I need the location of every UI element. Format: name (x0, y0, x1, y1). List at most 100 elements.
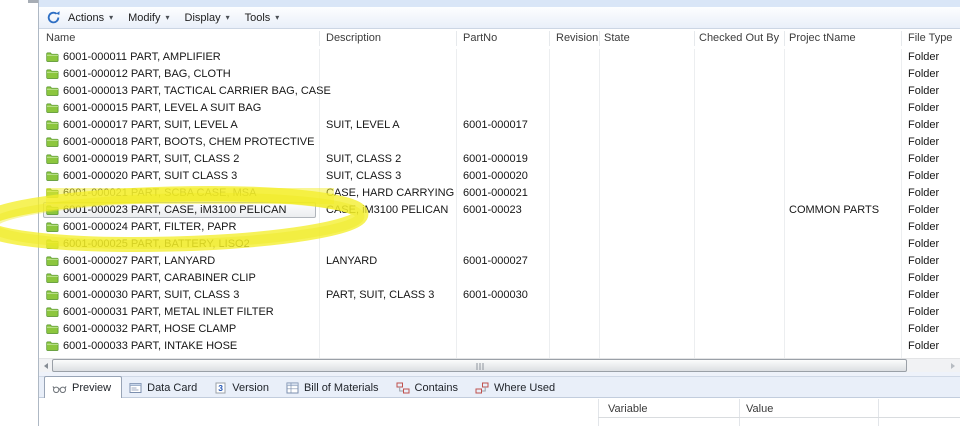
table-row[interactable]: 6001-000031 PART, METAL INLET FILTER Fol… (39, 304, 960, 321)
toolbar: Actions ▾ Modify ▾ Display ▾ Tools ▾ (39, 7, 960, 29)
cell-description: CASE, HARD CARRYING (326, 187, 455, 199)
tab-version[interactable]: 3 Version (207, 378, 279, 398)
table-row[interactable]: 6001-000018 PART, BOOTS, CHEM PROTECTIVE… (39, 134, 960, 151)
cell-description: SUIT, LEVEL A (326, 119, 400, 131)
column-divider[interactable] (694, 31, 695, 46)
table-row[interactable]: 6001-000019 PART, SUIT, CLASS 2 SUIT, CL… (39, 151, 960, 168)
column-header-name[interactable]: Name (46, 32, 75, 44)
column-header-project-name[interactable]: Projec tName (789, 32, 856, 44)
pdm-file-browser: Actions ▾ Modify ▾ Display ▾ Tools ▾ Nam… (0, 0, 960, 426)
horizontal-scrollbar[interactable] (39, 358, 960, 372)
table-row[interactable]: 6001-000021 PART, SCBA CASE, MSA CASE, H… (39, 185, 960, 202)
table-row[interactable]: 6001-000033 PART, INTAKE HOSE Folder (39, 338, 960, 355)
cell-name: 6001-000021 PART, SCBA CASE, MSA (63, 187, 257, 199)
table-row[interactable]: 6001-000011 PART, AMPLIFIER Folder (39, 49, 960, 66)
cell-description: PART, SUIT, CLASS 3 (326, 289, 435, 301)
table-row[interactable]: 6001-000025 PART, BATTERY, LISO2 Folder (39, 236, 960, 253)
table-row[interactable]: 6001-000020 PART, SUIT CLASS 3 SUIT, CLA… (39, 168, 960, 185)
column-header-revision[interactable]: Revision (556, 32, 598, 44)
column-divider[interactable] (456, 31, 457, 46)
chevron-down-icon: ▾ (275, 12, 280, 22)
cell-file-type: Folder (908, 102, 940, 114)
tab-label: Preview (72, 381, 112, 394)
table-row[interactable]: 6001-000027 PART, LANYARD LANYARD 6001-0… (39, 253, 960, 270)
menu-display[interactable]: Display ▾ (185, 12, 230, 24)
folder-icon (46, 120, 59, 130)
cell-file-type: Folder (908, 119, 940, 131)
cell-name: 6001-000013 PART, TACTICAL CARRIER BAG, … (63, 85, 331, 97)
folder-icon (46, 256, 59, 266)
vault-panel: Actions ▾ Modify ▾ Display ▾ Tools ▾ Nam… (38, 0, 960, 426)
cell-partno: 6001-000021 (463, 187, 528, 199)
tab-data-card[interactable]: Data Card (122, 378, 207, 398)
cell-partno: 6001-000030 (463, 289, 528, 301)
column-divider[interactable] (784, 31, 785, 46)
folder-icon (46, 154, 59, 164)
menu-label: Modify (128, 11, 161, 24)
cell-name: 6001-000023 PART, CASE, iM3100 PELICAN (63, 204, 287, 216)
scrollbar-thumb[interactable] (52, 359, 907, 372)
cell-file-type: Folder (908, 255, 940, 267)
scroll-left-button[interactable] (39, 360, 52, 372)
column-header-state[interactable]: State (604, 32, 630, 44)
cell-description: CASE, iM3100 PELICAN (326, 204, 449, 216)
preview-glasses-icon (52, 385, 67, 393)
column-divider[interactable] (739, 399, 740, 426)
cell-name: 6001-000020 PART, SUIT CLASS 3 (63, 170, 238, 182)
table-row[interactable]: 6001-000029 PART, CARABINER CLIP Folder (39, 270, 960, 287)
folder-icon (46, 188, 59, 198)
tab-preview[interactable]: Preview (44, 376, 123, 398)
folder-icon (46, 222, 59, 232)
tab-contains[interactable]: Contains (389, 378, 468, 398)
cell-project-name: COMMON PARTS (789, 204, 880, 216)
column-header-checked-out-by[interactable]: Checked Out By (699, 32, 779, 44)
menu-tools[interactable]: Tools ▾ (245, 12, 280, 24)
folder-icon (46, 103, 59, 113)
scroll-right-button[interactable] (946, 360, 959, 372)
table-row[interactable]: 6001-000024 PART, FILTER, PAPR Folder (39, 219, 960, 236)
tab-bill-of-materials[interactable]: Bill of Materials (279, 378, 389, 398)
cell-file-type: Folder (908, 187, 940, 199)
pane-splitter[interactable] (598, 399, 599, 426)
cell-name: 6001-000017 PART, SUIT, LEVEL A (63, 119, 238, 131)
menu-actions[interactable]: Actions ▾ (68, 12, 113, 24)
cell-name: 6001-000012 PART, BAG, CLOTH (63, 68, 231, 80)
cell-name: 6001-000032 PART, HOSE CLAMP (63, 323, 237, 335)
column-divider[interactable] (599, 31, 600, 46)
column-header-file-type[interactable]: File Type (908, 32, 952, 44)
table-row[interactable]: 6001-000012 PART, BAG, CLOTH Folder (39, 66, 960, 83)
refresh-icon[interactable] (46, 10, 61, 25)
folder-icon (46, 341, 59, 351)
top-strip (39, 0, 960, 7)
where-used-icon (475, 382, 489, 394)
column-divider[interactable] (319, 31, 320, 46)
column-header-partno[interactable]: PartNo (463, 32, 497, 44)
value-column-header[interactable]: Value (746, 403, 773, 415)
menu-modify[interactable]: Modify ▾ (128, 12, 169, 24)
variable-column-header[interactable]: Variable (608, 403, 648, 415)
cell-partno: 6001-000017 (463, 119, 528, 131)
column-divider[interactable] (878, 399, 879, 426)
bottom-panel: Variable Value (39, 399, 960, 426)
cell-file-type: Folder (908, 323, 940, 335)
svg-text:3: 3 (218, 383, 223, 393)
table-row[interactable]: 6001-000015 PART, LEVEL A SUIT BAG Folde… (39, 100, 960, 117)
right-arrow-icon (950, 363, 955, 369)
cell-name: 6001-000027 PART, LANYARD (63, 255, 216, 267)
tab-where-used[interactable]: Where Used (468, 378, 565, 398)
table-row[interactable]: 6001-000032 PART, HOSE CLAMP Folder (39, 321, 960, 338)
table-row[interactable]: 6001-000017 PART, SUIT, LEVEL A SUIT, LE… (39, 117, 960, 134)
column-divider[interactable] (549, 31, 550, 46)
table-row[interactable]: 6001-000013 PART, TACTICAL CARRIER BAG, … (39, 83, 960, 100)
cell-description: SUIT, CLASS 3 (326, 170, 402, 182)
bill-of-materials-icon (286, 382, 299, 394)
table-row[interactable]: 6001-000030 PART, SUIT, CLASS 3 PART, SU… (39, 287, 960, 304)
cell-file-type: Folder (908, 170, 940, 182)
table-row[interactable]: 6001-000023 PART, CASE, iM3100 PELICAN C… (39, 202, 960, 219)
column-divider[interactable] (901, 31, 902, 46)
file-list: 6001-000011 PART, AMPLIFIER Folder 6001-… (39, 49, 960, 358)
menu-label: Tools (244, 11, 271, 24)
cell-name: 6001-000024 PART, FILTER, PAPR (63, 221, 237, 233)
column-header-description[interactable]: Description (326, 32, 381, 44)
cell-name: 6001-000018 PART, BOOTS, CHEM PROTECTIVE (63, 136, 315, 148)
